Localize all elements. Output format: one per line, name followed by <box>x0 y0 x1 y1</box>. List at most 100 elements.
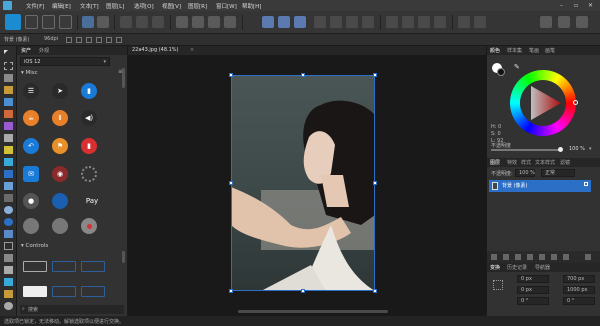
phone-icon[interactable]: ▮ <box>81 83 97 99</box>
select-all-icon[interactable] <box>176 16 188 28</box>
tab-navigator[interactable]: 导航器 <box>535 264 550 271</box>
transform-rotation-field[interactable]: 0 ° <box>517 297 549 305</box>
color-triangle[interactable] <box>510 70 576 136</box>
tab-history[interactable]: 历史记录 <box>507 264 527 271</box>
tab-transform[interactable]: 变换 <box>490 264 500 271</box>
flip-vertical-icon[interactable] <box>294 16 306 28</box>
menu-text[interactable]: 文本[T] <box>80 2 99 10</box>
text-tool-icon[interactable] <box>4 266 13 274</box>
share-icon[interactable] <box>97 16 109 28</box>
crop-tool-icon[interactable] <box>4 74 13 82</box>
quick-mask-icon[interactable] <box>386 16 398 28</box>
control-blue-field[interactable] <box>81 261 105 272</box>
tab-filters[interactable]: 滤镜 <box>560 159 570 166</box>
gradient-tool-icon[interactable] <box>4 158 13 166</box>
tab-effects[interactable]: 特效 <box>507 159 517 166</box>
assets-scrollbar[interactable] <box>122 251 125 263</box>
opacity-slider[interactable] <box>491 149 561 151</box>
tab-appearance[interactable]: 外观 <box>39 47 49 54</box>
resize-handle[interactable] <box>373 181 377 185</box>
resize-handle[interactable] <box>373 73 377 77</box>
selection-brush-tool-icon[interactable] <box>4 86 13 94</box>
invert-selection-icon[interactable] <box>208 16 220 28</box>
tab-brushes[interactable]: 画笔 <box>545 47 555 54</box>
pin-red-icon[interactable] <box>81 218 97 234</box>
assistant-icon[interactable] <box>362 16 374 28</box>
marquee-icon[interactable] <box>418 16 430 28</box>
tab-assets[interactable]: 资产 <box>21 47 31 54</box>
lasso-icon[interactable] <box>434 16 446 28</box>
pen-tool-icon[interactable] <box>4 254 13 262</box>
zoom-tool-icon[interactable] <box>4 302 13 310</box>
canvas-area[interactable]: 22a43.jpg (48.1%) × <box>128 46 486 316</box>
ctx-button[interactable] <box>76 37 82 43</box>
arrange-icon[interactable] <box>330 16 342 28</box>
blue-circle-icon[interactable] <box>52 193 68 209</box>
refine-selection-icon[interactable] <box>224 16 236 28</box>
mode-pixel-icon[interactable] <box>120 16 132 28</box>
tab-stroke[interactable]: 笔画 <box>529 47 539 54</box>
crop-icon[interactable] <box>474 16 486 28</box>
shape-tool-icon[interactable] <box>4 242 13 250</box>
resize-handle[interactable] <box>301 289 305 293</box>
resize-handle[interactable] <box>373 289 377 293</box>
layer-action-icon[interactable] <box>491 254 497 260</box>
mail-icon[interactable]: ✉ <box>23 166 39 182</box>
color-wheel[interactable] <box>510 70 578 136</box>
volume-icon[interactable]: ◀) <box>81 110 97 126</box>
resize-handle[interactable] <box>229 73 233 77</box>
export-persona-icon[interactable] <box>59 15 72 29</box>
assets-scrollbar[interactable] <box>122 68 125 88</box>
menu-edit[interactable]: 编辑[E] <box>52 2 71 10</box>
hand-tool-icon[interactable] <box>4 290 13 298</box>
control-blue-field[interactable] <box>52 286 76 297</box>
coffee-icon[interactable]: ☕ <box>23 110 39 126</box>
layer-action-icon[interactable] <box>527 254 533 260</box>
tab-color[interactable]: 颜色 <box>490 47 500 54</box>
fill-tool-icon[interactable] <box>4 146 13 154</box>
flood-select-tool-icon[interactable] <box>4 98 13 106</box>
apple-pay-icon[interactable]: Pay <box>81 193 103 209</box>
control-blue-field[interactable] <box>81 286 105 297</box>
pin-grey-icon[interactable] <box>23 218 39 234</box>
location-arrow-icon[interactable]: ➤ <box>52 83 68 99</box>
asset-category-dropdown[interactable]: iOS 12 ▾ <box>20 57 110 66</box>
tab-styles[interactable]: 样式 <box>521 159 531 166</box>
chevron-down-icon[interactable]: ▾ <box>589 146 592 152</box>
user-icon[interactable] <box>576 16 588 28</box>
close-icon[interactable]: × <box>190 47 194 53</box>
align-icon[interactable] <box>262 16 274 28</box>
layer-action-icon[interactable] <box>515 254 521 260</box>
clone-tool-icon[interactable] <box>4 182 13 190</box>
list-icon[interactable]: ☰ <box>23 83 39 99</box>
tab-text-styles[interactable]: 文本样式 <box>535 159 555 166</box>
assets-search-input[interactable]: ⌕ 搜索 <box>20 305 124 314</box>
fork-knife-icon[interactable]: Ⅱ <box>52 110 68 126</box>
erase-tool-icon[interactable] <box>4 134 13 142</box>
record-icon[interactable]: ◉ <box>52 166 68 182</box>
transform-height-field[interactable]: 1000 px <box>563 286 595 294</box>
section-misc-header[interactable]: ▾ Misc <box>21 70 38 76</box>
view-tool-icon[interactable] <box>4 278 13 286</box>
transform-shear-field[interactable]: 0 ° <box>563 297 595 305</box>
menu-help[interactable]: 帮助[H] <box>242 2 261 10</box>
marquee-tool-icon[interactable] <box>4 62 13 70</box>
develop-persona-icon[interactable] <box>42 15 55 29</box>
control-text-field[interactable] <box>23 261 47 272</box>
ctx-button[interactable] <box>106 37 112 43</box>
ctx-button[interactable] <box>96 37 102 43</box>
ctx-button[interactable] <box>86 37 92 43</box>
spinner-icon[interactable] <box>81 166 97 182</box>
deselect-icon[interactable] <box>192 16 204 28</box>
layer-action-icon[interactable] <box>539 254 545 260</box>
transform-width-field[interactable]: 700 px <box>563 275 595 283</box>
transform-icon[interactable] <box>458 16 470 28</box>
layer-opacity-field[interactable]: 100 % <box>515 169 535 177</box>
secondary-color-swatch[interactable] <box>497 68 505 76</box>
menu-document[interactable]: 图层[L] <box>106 2 124 10</box>
transform-y-field[interactable]: 0 px <box>517 286 549 294</box>
resize-handle[interactable] <box>229 181 233 185</box>
smudge-tool-icon[interactable] <box>4 206 13 214</box>
canvas-horizontal-scrollbar[interactable] <box>238 310 388 313</box>
liquify-persona-icon[interactable] <box>25 15 38 29</box>
